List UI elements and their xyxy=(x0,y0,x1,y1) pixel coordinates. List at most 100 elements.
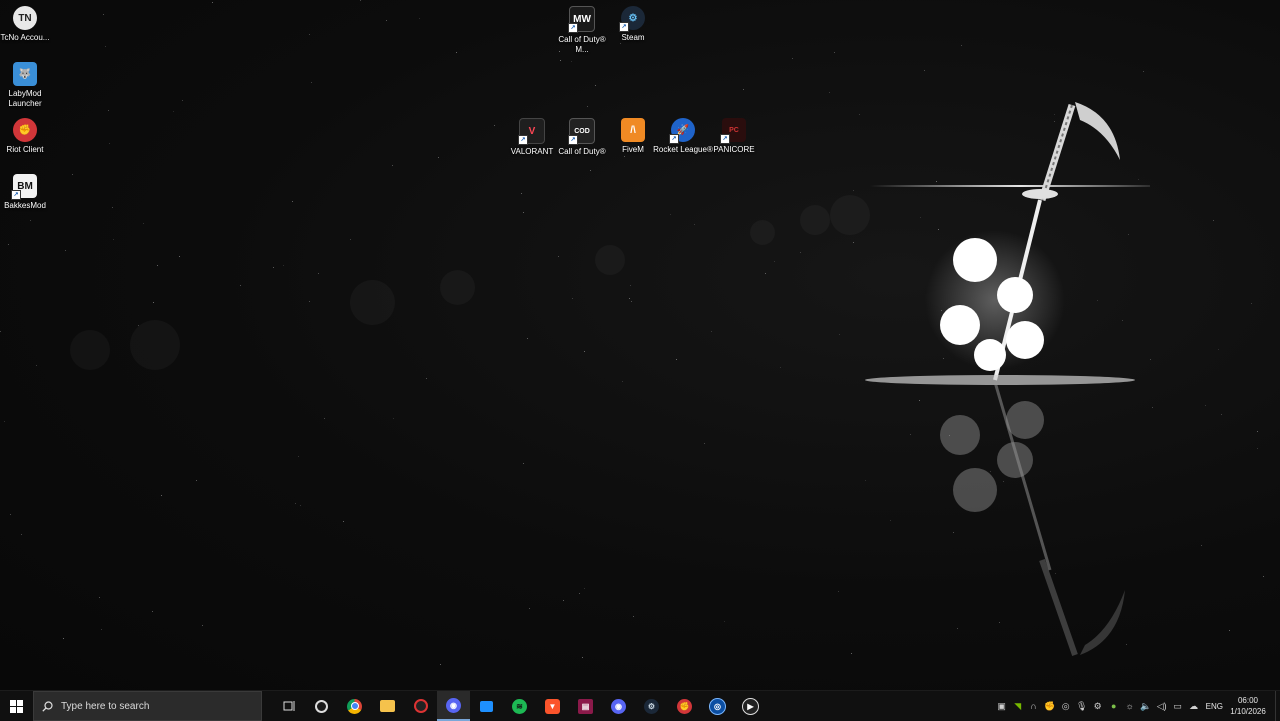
star xyxy=(157,265,158,266)
star xyxy=(72,174,73,175)
network-icon[interactable]: ▭ xyxy=(1170,691,1186,721)
brightness-icon[interactable]: ☼ xyxy=(1122,691,1138,721)
steam-icon: ⚙ ↗ xyxy=(619,6,645,32)
star xyxy=(579,593,580,594)
star xyxy=(153,302,154,303)
taskbar-app-winrar[interactable]: ▤ xyxy=(569,691,602,721)
star xyxy=(309,301,310,302)
speaker-icon[interactable]: 🔈 xyxy=(1138,691,1154,721)
system-tray: ▣ ◥ ∩ ✊ ◎ 🎙 ⚙ ● ☼ 🔈 ◁) ▭ ☁ ENG 06:00 1/1… xyxy=(994,691,1280,721)
star xyxy=(179,256,180,257)
taskbar-app-spotify[interactable]: ≋ xyxy=(503,691,536,721)
desktop-icon-tcno[interactable]: TN TcNo Accou... xyxy=(0,6,52,43)
steam-tray-icon[interactable]: ⚙ xyxy=(1090,691,1106,721)
status-green-icon[interactable]: ● xyxy=(1106,691,1122,721)
desktop[interactable]: TN TcNo Accou... 🐺 LabyMod Launcher ✊ Ri… xyxy=(0,0,1280,690)
taskbar-search-box[interactable]: Type here to search xyxy=(33,691,262,721)
desktop-icon-steam[interactable]: ⚙ ↗ Steam xyxy=(606,6,660,43)
star xyxy=(558,256,559,257)
star xyxy=(620,43,621,44)
taskbar-app-blue-window[interactable] xyxy=(470,691,503,721)
star xyxy=(283,265,284,266)
star xyxy=(1143,71,1144,72)
start-button[interactable] xyxy=(0,691,33,721)
taskbar-app-steam[interactable]: ⚙ xyxy=(635,691,668,721)
riot-tray-icon[interactable]: ✊ xyxy=(1042,691,1058,721)
star xyxy=(630,285,631,286)
desktop-icon-fivem[interactable]: /\ FiveM xyxy=(606,118,660,155)
desktop-icon-rocket-league[interactable]: 🚀 ↗ Rocket League® xyxy=(653,118,713,155)
winrar-icon: ▤ xyxy=(578,698,593,714)
clock[interactable]: 06:00 1/10/2026 xyxy=(1229,695,1267,717)
desktop-icon-labymod[interactable]: 🐺 LabyMod Launcher xyxy=(0,62,52,109)
star xyxy=(182,100,183,101)
taskbar-app-steelseries[interactable] xyxy=(305,691,338,721)
taskbar-app-chrome[interactable] xyxy=(338,691,371,721)
task-view-button[interactable] xyxy=(272,691,305,721)
star xyxy=(99,597,100,598)
desktop-icon-valorant[interactable]: V ↗ VALORANT xyxy=(505,118,559,157)
desktop-icon-cod-mw[interactable]: MW ↗ Call of Duty® M... xyxy=(555,6,609,55)
star xyxy=(1205,405,1206,406)
taskbar-app-brave[interactable]: ▼ xyxy=(536,691,569,721)
language-indicator[interactable]: ENG xyxy=(1206,702,1223,711)
star xyxy=(101,629,102,630)
star xyxy=(560,60,561,61)
windows-logo-icon xyxy=(10,699,23,713)
star xyxy=(1150,359,1151,360)
tray-overflow-icon[interactable]: ▣ xyxy=(994,691,1010,721)
taskbar-app-discord-ptb[interactable]: ◉ xyxy=(437,691,470,721)
desktop-icon-panicore[interactable]: PC ↗ PANICORE xyxy=(707,118,761,155)
shortcut-arrow-icon: ↗ xyxy=(518,135,528,145)
star xyxy=(298,456,299,457)
nvidia-icon[interactable]: ◥ xyxy=(1010,691,1026,721)
star xyxy=(523,463,524,464)
onedrive-icon[interactable]: ☁ xyxy=(1186,691,1202,721)
star xyxy=(792,58,793,59)
brave-icon: ▼ xyxy=(545,698,560,714)
star xyxy=(595,85,596,86)
star xyxy=(161,495,162,496)
wallpaper-bokeh xyxy=(440,270,475,305)
star xyxy=(8,244,9,245)
desktop-icon-label: BakkesMod xyxy=(4,201,46,210)
microphone-icon[interactable]: 🎙 xyxy=(1074,691,1090,721)
star xyxy=(324,418,325,419)
taskbar-app-discord[interactable]: ◉ xyxy=(602,691,635,721)
taskbar-app-riot-client[interactable]: ✊ xyxy=(668,691,701,721)
star xyxy=(419,18,420,19)
star xyxy=(584,588,585,589)
star xyxy=(1257,431,1258,432)
star xyxy=(624,156,625,157)
star xyxy=(694,224,695,225)
star xyxy=(1257,448,1258,449)
headset-icon[interactable]: ∩ xyxy=(1026,691,1042,721)
star xyxy=(527,338,528,339)
desktop-icon-cod[interactable]: COD ↗ Call of Duty® xyxy=(555,118,609,157)
star xyxy=(704,443,705,444)
star xyxy=(765,273,766,274)
star xyxy=(196,480,197,481)
star xyxy=(961,45,962,46)
star xyxy=(440,664,441,665)
taskbar-app-media-player[interactable]: ▶ xyxy=(734,691,767,721)
wallpaper-bokeh xyxy=(800,205,830,235)
star xyxy=(300,505,301,506)
star xyxy=(834,52,835,53)
show-desktop-button[interactable] xyxy=(1275,691,1280,721)
star xyxy=(438,157,439,158)
star xyxy=(800,252,801,253)
taskbar-app-red-circle[interactable] xyxy=(404,691,437,721)
clock-time: 06:00 xyxy=(1237,696,1259,705)
star xyxy=(350,239,351,240)
volume-icon[interactable]: ◁) xyxy=(1154,691,1170,721)
shortcut-arrow-icon: ↗ xyxy=(619,22,629,32)
desktop-icon-riot-client[interactable]: ✊ Riot Client xyxy=(0,118,52,155)
desktop-icon-bakkesmod[interactable]: BM ↗ BakkesMod xyxy=(0,174,52,211)
tray-circle-icon[interactable]: ◎ xyxy=(1058,691,1074,721)
star xyxy=(426,378,427,379)
star xyxy=(103,14,104,15)
star xyxy=(629,298,630,299)
taskbar-app-outline[interactable]: ◎ xyxy=(701,691,734,721)
taskbar-app-file-explorer[interactable] xyxy=(371,691,404,721)
